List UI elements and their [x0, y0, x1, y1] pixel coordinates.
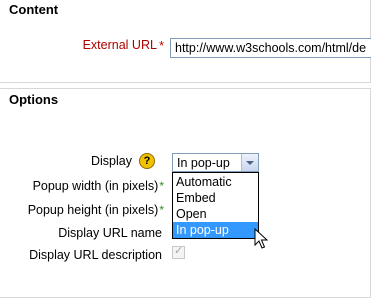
options-section-title: Options: [8, 92, 60, 107]
required-marker: *: [158, 38, 164, 53]
display-dropdown-list: Automatic Embed Open In pop-up: [172, 172, 259, 239]
content-section-title: Content: [8, 2, 60, 17]
display-url-name-label: Display URL name: [58, 226, 162, 240]
display-select-value: In pop-up: [177, 156, 230, 170]
option-open[interactable]: Open: [173, 206, 258, 222]
required-marker: *: [159, 203, 164, 217]
external-url-label-text: External URL: [82, 38, 157, 52]
display-url-description-checkbox[interactable]: [172, 244, 185, 259]
popup-height-label-text: Popup height (in pixels): [27, 203, 159, 217]
mouse-pointer-icon: [254, 228, 268, 249]
popup-height-label: Popup height (in pixels)*: [28, 203, 164, 217]
display-select[interactable]: In pop-up: [172, 153, 259, 172]
required-marker: *: [159, 179, 164, 193]
external-url-input[interactable]: http://www.w3schools.com/html/de: [170, 38, 371, 58]
option-in-popup[interactable]: In pop-up: [173, 222, 258, 238]
external-url-label: External URL *: [83, 38, 164, 53]
display-url-description-label: Display URL description: [29, 248, 162, 262]
help-icon[interactable]: ?: [139, 153, 155, 169]
chevron-down-icon[interactable]: [241, 154, 258, 171]
option-automatic[interactable]: Automatic: [173, 174, 258, 190]
option-embed[interactable]: Embed: [173, 190, 258, 206]
popup-width-label-text: Popup width (in pixels): [32, 179, 159, 193]
popup-width-label: Popup width (in pixels)*: [33, 179, 164, 193]
display-label: Display: [91, 154, 132, 168]
